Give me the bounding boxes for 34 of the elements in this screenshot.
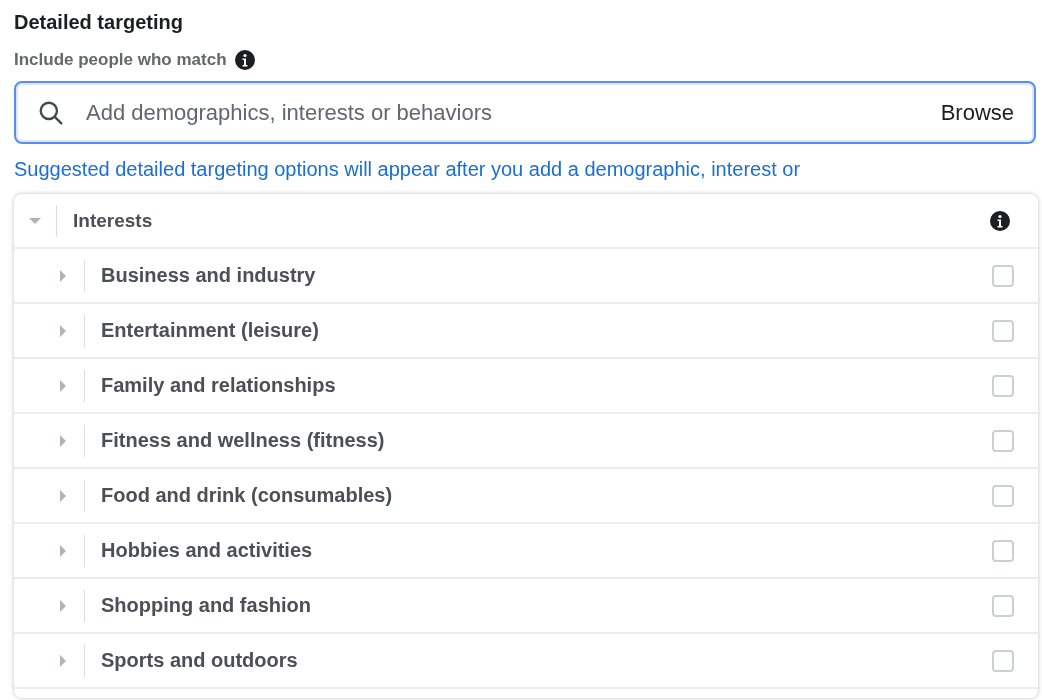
- category-label: Sports and outdoors: [101, 649, 299, 672]
- hint-text: Suggested detailed targeting options will appear after you add a demographic, interest or: [14, 158, 802, 181]
- category-row[interactable]: Hobbies and activities: [14, 524, 1038, 579]
- search-icon: [38, 99, 64, 126]
- category-label: Business and industry: [101, 264, 317, 287]
- checkbox[interactable]: [992, 594, 1014, 617]
- category-label: Family and relationships: [101, 374, 337, 397]
- category-label: Hobbies and activities: [101, 539, 314, 562]
- section-subtitle: Include people who match: [14, 50, 227, 70]
- category-row[interactable]: Family and relationships: [14, 359, 1038, 414]
- category-label: Fitness and wellness (fitness): [101, 429, 386, 452]
- category-label: Shopping and fashion: [101, 594, 312, 617]
- category-row[interactable]: Fitness and wellness (fitness): [14, 414, 1038, 469]
- category-row[interactable]: Entertainment (leisure): [14, 304, 1038, 359]
- category-row[interactable]: Food and drink (consumables): [14, 469, 1038, 524]
- checkbox[interactable]: [992, 539, 1014, 562]
- checkbox[interactable]: [992, 264, 1014, 287]
- checkbox[interactable]: [992, 649, 1014, 672]
- browse-button[interactable]: Browse: [934, 95, 1020, 130]
- checkbox[interactable]: [992, 429, 1014, 452]
- section-title: Detailed targeting: [14, 10, 184, 35]
- category-row[interactable]: Sports and outdoors: [14, 634, 1038, 689]
- checkbox[interactable]: [992, 484, 1014, 507]
- category-header[interactable]: Interests: [14, 194, 1038, 249]
- search-field[interactable]: Add demographics, interests or behaviors Browse: [14, 81, 1036, 144]
- category-label: Food and drink (consumables): [101, 484, 394, 507]
- category-label: Entertainment (leisure): [101, 319, 320, 342]
- checkbox[interactable]: [992, 319, 1014, 342]
- category-row[interactable]: Business and industry: [14, 249, 1038, 304]
- info-icon[interactable]: [990, 210, 1010, 231]
- category-label: Interests: [73, 209, 154, 232]
- checkbox[interactable]: [992, 374, 1014, 397]
- info-icon[interactable]: [234, 50, 255, 70]
- category-row[interactable]: Shopping and fashion: [14, 579, 1038, 634]
